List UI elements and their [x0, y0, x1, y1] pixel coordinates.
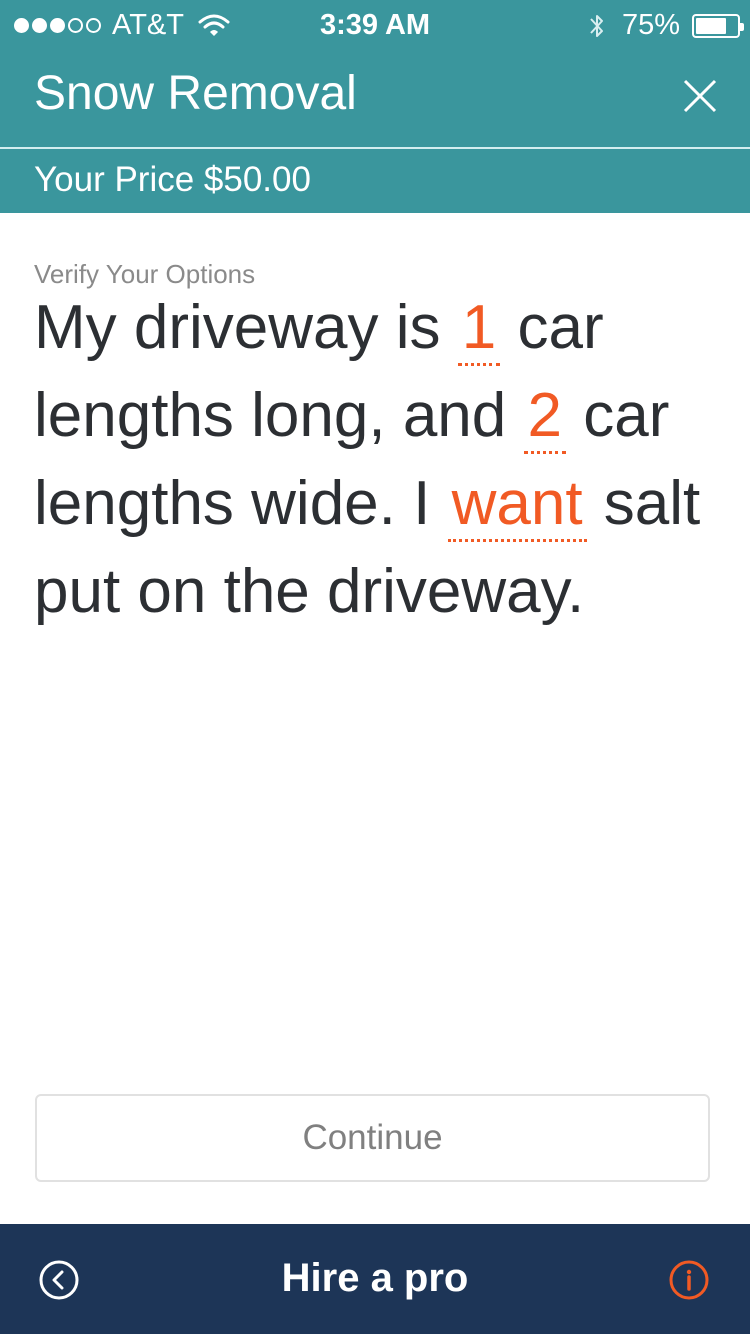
- page-title: Snow Removal: [34, 67, 357, 120]
- bluetooth-icon: [590, 14, 603, 37]
- nav-header: Snow Removal: [0, 50, 750, 147]
- options-sentence: My driveway is 1 car lengths long, and 2…: [34, 284, 734, 636]
- close-icon[interactable]: [680, 76, 720, 116]
- continue-button[interactable]: Continue: [35, 1094, 710, 1182]
- status-bar: AT&T 3:39 AM 75%: [0, 0, 750, 50]
- price-text: Your Price $50.00: [34, 160, 311, 199]
- driveway-length-option[interactable]: 1: [457, 293, 501, 366]
- battery-percentage: 75%: [621, 9, 680, 41]
- status-right: 75%: [588, 9, 744, 42]
- price-bar: Your Price $50.00: [0, 149, 750, 213]
- info-circle-icon[interactable]: [668, 1259, 710, 1301]
- bottom-title: Hire a pro: [281, 1256, 469, 1300]
- driveway-width-option[interactable]: 2: [523, 381, 566, 454]
- battery-fill: [696, 17, 726, 34]
- bottom-bar: Hire a pro: [0, 1224, 750, 1334]
- battery-tip: [740, 22, 744, 31]
- battery-icon: [692, 13, 744, 38]
- salt-option[interactable]: want: [447, 469, 587, 542]
- sentence-text: My driveway is: [34, 293, 458, 362]
